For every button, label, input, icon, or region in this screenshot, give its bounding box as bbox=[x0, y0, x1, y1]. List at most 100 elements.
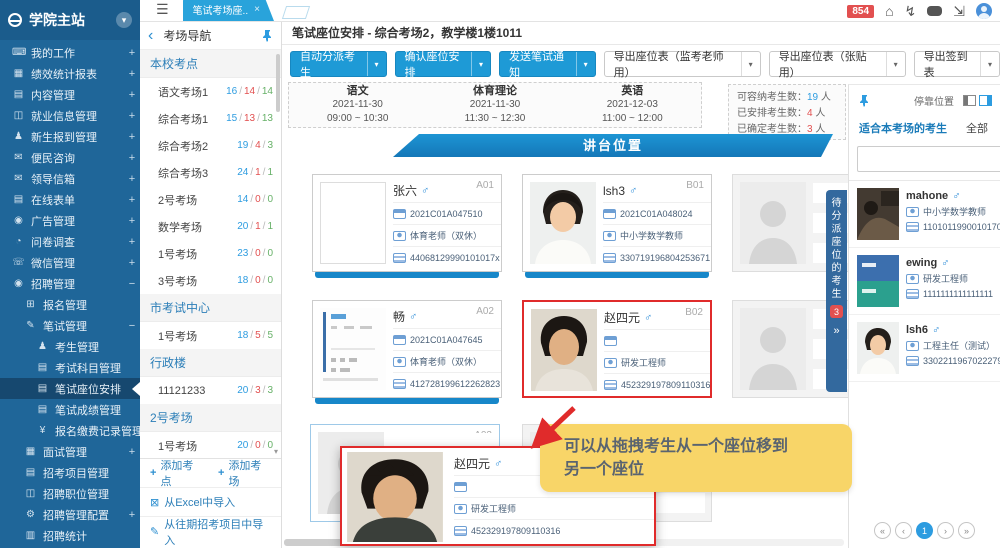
brand-header[interactable]: 学院主站 ▾ bbox=[0, 0, 140, 40]
scroll-down-icon[interactable]: ▾ bbox=[274, 447, 278, 456]
room-item[interactable]: 语文考场1161414 bbox=[140, 78, 281, 105]
room-item[interactable]: 111212332033 bbox=[140, 377, 281, 404]
nav-footer: +添加考点 +添加考场 ⊠ 从Excel中导入 ✎ 从往期招考项目中导入 bbox=[140, 458, 281, 546]
collapse-minus: − bbox=[124, 320, 140, 332]
flash-icon[interactable]: ↯ bbox=[905, 4, 917, 18]
seat-card-a02[interactable]: A02 畅♂ 2021C01A047645 体育老师（双休） 412728199… bbox=[312, 300, 502, 398]
room-item[interactable]: 1号考场2000 bbox=[140, 432, 281, 458]
chevron-down-icon[interactable]: ▾ bbox=[116, 12, 132, 28]
seat-card-a01[interactable]: A01 张六♂ 2021C01A047510 体育老师（双休） 44068129… bbox=[312, 174, 502, 272]
sidebar-item-survey[interactable]: ◔问卷调查+ bbox=[0, 231, 140, 252]
chat-icon[interactable] bbox=[927, 6, 942, 16]
auto-assign-button[interactable]: 自动分派考生▾ bbox=[290, 51, 387, 77]
export-signin-button[interactable]: 导出签到表▾ bbox=[914, 51, 1000, 77]
caret-down-icon[interactable]: ▾ bbox=[576, 52, 595, 76]
candidate-list-item[interactable]: ewing♂ 研发工程师 1111111111111111 bbox=[849, 248, 1000, 315]
seat-card-b02-highlighted[interactable]: B02 赵四元♂ 研发工程师 452329197809110316 bbox=[522, 300, 712, 398]
pending-candidates-tag[interactable]: 待 分 派 座 位 的 考 生 3 » bbox=[826, 190, 847, 392]
chevrons-right-icon[interactable]: » bbox=[833, 325, 839, 337]
caret-down-icon[interactable]: ▾ bbox=[980, 52, 999, 76]
room-item[interactable]: 综合考场21943 bbox=[140, 132, 281, 159]
room-item[interactable]: 数学考场2011 bbox=[140, 213, 281, 240]
sidebar-item-online-forms[interactable]: ▤在线表单+ bbox=[0, 189, 140, 210]
pin-icon[interactable] bbox=[859, 94, 870, 107]
page-current[interactable]: 1 bbox=[916, 522, 933, 539]
idcard-icon bbox=[604, 380, 617, 390]
open-tab[interactable]: 笔试考场座.. × bbox=[183, 0, 274, 21]
hamburger-icon[interactable]: ☰ bbox=[156, 1, 169, 18]
candidate-list-item[interactable]: mahone♂ 中小学数学教师 110101199001017030 bbox=[849, 181, 1000, 248]
room-item[interactable]: 1号考场2300 bbox=[140, 240, 281, 267]
notification-badge[interactable]: 854 bbox=[847, 5, 874, 18]
sidebar-item-payment-records[interactable]: ¥报名缴费记录管理 bbox=[0, 420, 140, 441]
room-item[interactable]: 3号考场1800 bbox=[140, 267, 281, 294]
tab-all-candidates[interactable]: 全部 bbox=[966, 120, 988, 136]
sidebar-item-my-work[interactable]: ⌨我的工作+ bbox=[0, 42, 140, 63]
sidebar-item-employment[interactable]: ◫就业信息管理+ bbox=[0, 105, 140, 126]
send-notice-button[interactable]: 发送笔试通知▾ bbox=[499, 51, 596, 77]
caret-down-icon[interactable]: ▾ bbox=[886, 52, 905, 76]
confirmed-bar bbox=[315, 398, 499, 404]
room-item[interactable]: 综合考场32411 bbox=[140, 159, 281, 186]
sidebar-item-project-mgmt[interactable]: ▤招考项目管理 bbox=[0, 462, 140, 483]
export-proctor-button[interactable]: 导出座位表（监考老师用）▾ bbox=[604, 51, 761, 77]
page-prev-button[interactable]: ‹ bbox=[895, 522, 912, 539]
sidebar-label: 就业信息管理 bbox=[31, 108, 124, 124]
room-item[interactable]: 1号考场1855 bbox=[140, 322, 281, 349]
room-item[interactable]: 综合考场1151313 bbox=[140, 105, 281, 132]
room-item[interactable]: 2号考场1400 bbox=[140, 186, 281, 213]
male-icon: ♂ bbox=[941, 257, 949, 269]
candidate-photo bbox=[857, 322, 899, 374]
sidebar-item-signup-mgmt[interactable]: ⊞报名管理 bbox=[0, 294, 140, 315]
import-previous-button[interactable]: ✎ 从往期招考项目中导入 bbox=[140, 517, 281, 546]
dock-right-icon[interactable] bbox=[979, 95, 992, 106]
sidebar-item-leader-mailbox[interactable]: ✉领导信箱+ bbox=[0, 168, 140, 189]
tab-close-icon[interactable]: × bbox=[254, 4, 260, 15]
home-icon[interactable]: ⌂ bbox=[885, 4, 893, 18]
sidebar-item-recruit[interactable]: ◉招聘管理− bbox=[0, 273, 140, 294]
dock-left-icon[interactable] bbox=[963, 95, 976, 106]
caret-down-icon[interactable]: ▾ bbox=[471, 52, 490, 76]
sidebar-item-content[interactable]: ▤内容管理+ bbox=[0, 84, 140, 105]
sidebar-label: 招考项目管理 bbox=[43, 465, 140, 481]
sidebar-item-seat-arrangement[interactable]: ▤笔试座位安排 bbox=[0, 378, 140, 399]
caret-down-icon[interactable]: ▾ bbox=[367, 52, 386, 76]
tab-suitable-candidates[interactable]: 适合本考场的考生 bbox=[859, 120, 947, 136]
page-next-button[interactable]: › bbox=[937, 522, 954, 539]
arranged: 1 bbox=[248, 167, 260, 178]
search-input[interactable] bbox=[857, 146, 1000, 172]
session: 英语 2021-12-03 11:00 ~ 12:00 bbox=[564, 84, 701, 126]
sidebar-item-subject-mgmt[interactable]: ▤考试科目管理 bbox=[0, 357, 140, 378]
user-avatar[interactable] bbox=[976, 3, 992, 19]
sidebar-item-written-exam[interactable]: ✎笔试管理− bbox=[0, 315, 140, 336]
import-excel-button[interactable]: ⊠ 从Excel中导入 bbox=[140, 488, 281, 517]
sidebar-item-recruit-stats[interactable]: ▥招聘统计 bbox=[0, 525, 140, 546]
sidebar-item-recruit-config[interactable]: ⚙招聘管理配置+ bbox=[0, 504, 140, 525]
seat-card-b01[interactable]: B01 lsh3♂ 2021C01A048024 中小学数学教师 3307191… bbox=[522, 174, 712, 272]
sidebar-item-wechat[interactable]: ☏微信管理+ bbox=[0, 252, 140, 273]
back-icon[interactable]: ‹ bbox=[148, 28, 153, 44]
sidebar-item-candidate-mgmt[interactable]: ♟考生管理 bbox=[0, 336, 140, 357]
idcard-icon bbox=[906, 356, 919, 366]
pin-icon[interactable] bbox=[262, 29, 273, 42]
add-site-button[interactable]: +添加考点 bbox=[150, 457, 203, 489]
expand-icon[interactable]: ⇲ bbox=[953, 4, 965, 18]
page-last-button[interactable]: » bbox=[958, 522, 975, 539]
nav-title: 考场导航 bbox=[163, 27, 262, 44]
sidebar-item-score-mgmt[interactable]: ▤笔试成绩管理 bbox=[0, 399, 140, 420]
sidebar-item-position-mgmt[interactable]: ◫招聘职位管理 bbox=[0, 483, 140, 504]
nav-scrollbar[interactable] bbox=[276, 54, 280, 112]
sidebar-item-ads[interactable]: ◉广告管理+ bbox=[0, 210, 140, 231]
export-post-button[interactable]: 导出座位表（张贴用）▾ bbox=[769, 51, 906, 77]
caret-down-icon[interactable]: ▾ bbox=[741, 52, 760, 76]
confirm-seating-button[interactable]: 确认座位安排▾ bbox=[395, 51, 492, 77]
sidebar-item-consult[interactable]: ✉便民咨询+ bbox=[0, 147, 140, 168]
add-room-button[interactable]: +添加考场 bbox=[218, 457, 271, 489]
idcard-icon bbox=[393, 253, 406, 263]
page-first-button[interactable]: « bbox=[874, 522, 891, 539]
sidebar-item-freshman[interactable]: ♟新生报到管理+ bbox=[0, 126, 140, 147]
candidate-list-item[interactable]: lsh6♂ 工程主任（测试） 33022119670222791X bbox=[849, 315, 1000, 382]
sidebar-item-performance-reports[interactable]: ▦绩效统计报表+ bbox=[0, 63, 140, 84]
confirmed: 0 bbox=[261, 248, 273, 259]
sidebar-item-interview-mgmt[interactable]: ▦面试管理+ bbox=[0, 441, 140, 462]
